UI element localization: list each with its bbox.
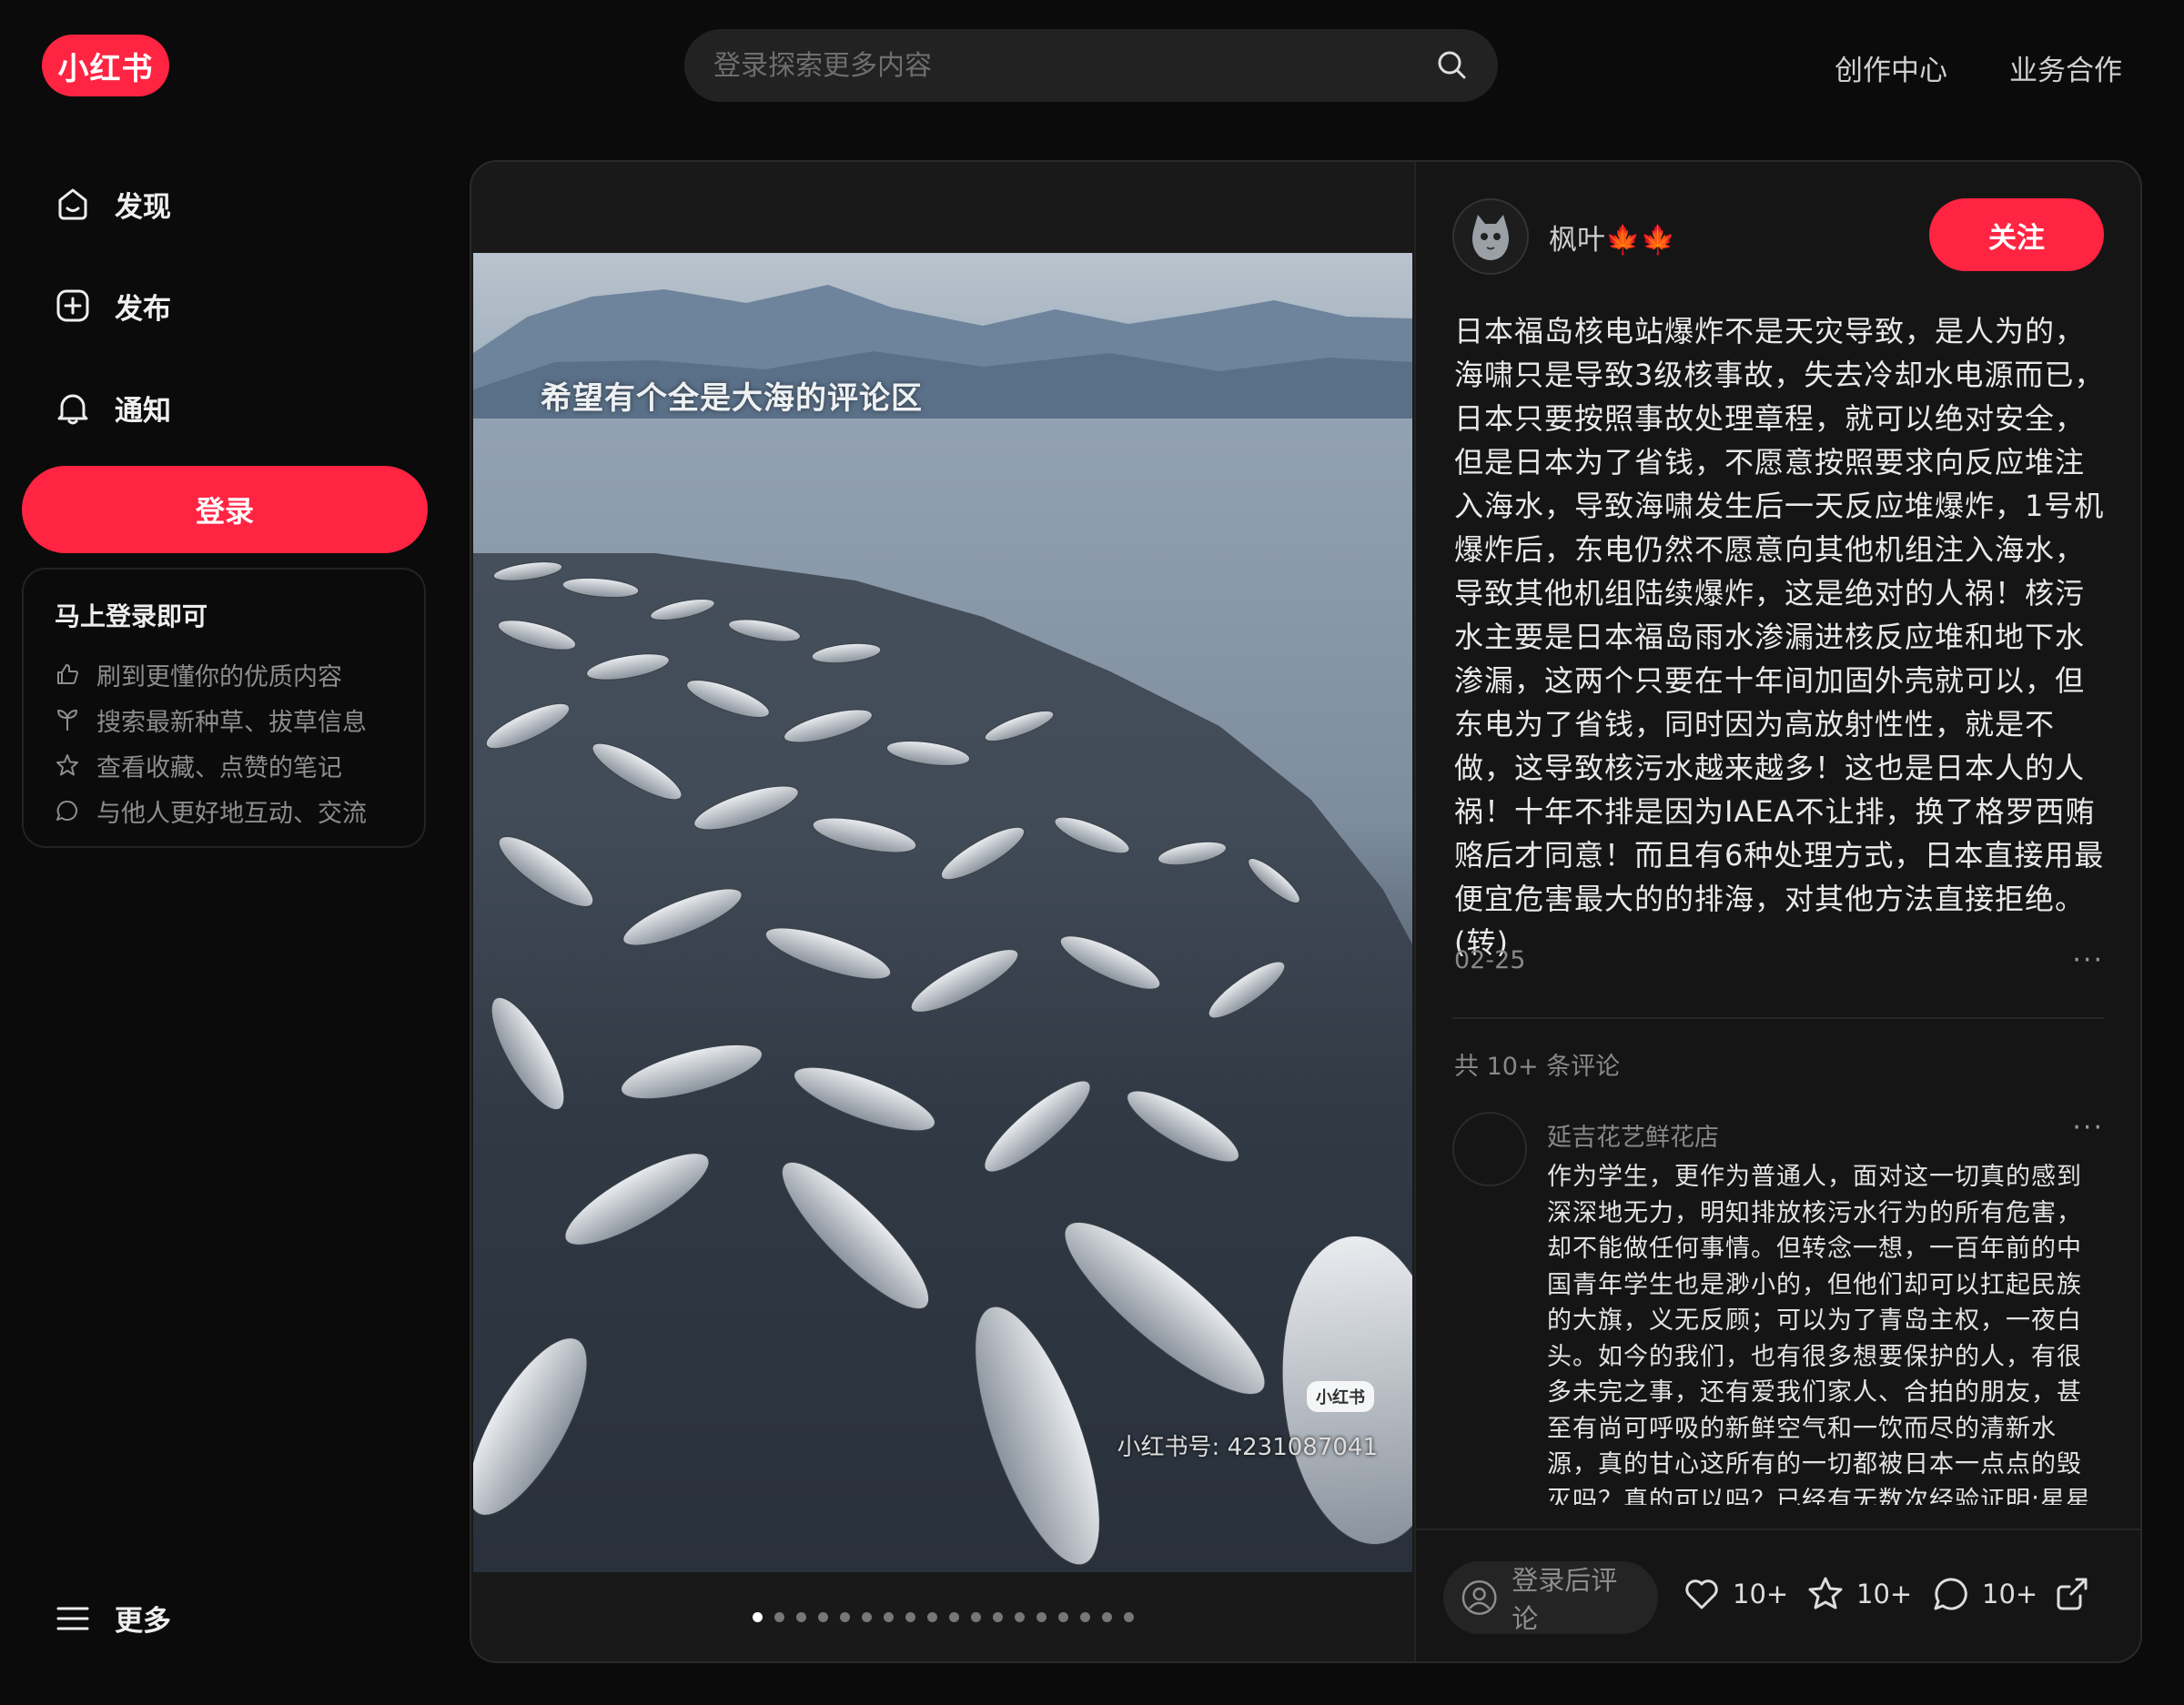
search-input[interactable]	[712, 48, 1434, 83]
interaction-bar: 登录后评论 10+ 10+ 10+	[1416, 1528, 2140, 1661]
media-viewer[interactable]: 希望有个全是大海的评论区 小红书 小红书号: 4231087041	[471, 162, 1416, 1661]
user-icon	[1461, 1580, 1497, 1615]
comment-count: 共 10+ 条评论	[1454, 1053, 1621, 1081]
carousel-dot[interactable]	[1036, 1612, 1046, 1622]
comment-count-action: 10+	[1982, 1579, 2038, 1609]
benefit-item: 查看收藏、点赞的笔记	[55, 742, 393, 788]
sidebar-item-notifications[interactable]: 通知	[53, 380, 171, 435]
sidebar-item-label: 发布	[115, 292, 171, 326]
note-date: 02-25	[1454, 946, 1526, 974]
home-icon	[58, 188, 87, 220]
share-icon	[2057, 1578, 2088, 1610]
comment-placeholder: 登录后评论	[1512, 1565, 1618, 1634]
sidebar-item-publish[interactable]: 发布	[53, 278, 171, 333]
carousel-dot[interactable]	[1014, 1612, 1025, 1622]
follow-button[interactable]: 关注	[1929, 198, 2104, 271]
comment-icon	[1934, 1578, 1967, 1610]
collect-count: 10+	[1856, 1579, 1913, 1609]
carousel-dot[interactable]	[948, 1612, 959, 1622]
benefit-label: 刷到更懂你的优质内容	[96, 662, 342, 691]
carousel-dot[interactable]	[905, 1612, 915, 1622]
benefit-item: 搜索最新种草、拔草信息	[55, 697, 393, 742]
share-button[interactable]	[2053, 1574, 2104, 1614]
carousel-dot[interactable]	[1101, 1612, 1112, 1622]
add-icon	[56, 289, 89, 322]
carousel-dot[interactable]	[839, 1612, 850, 1622]
image-caption-overlay: 希望有个全是大海的评论区	[541, 380, 923, 417]
menu-icon	[56, 1607, 89, 1629]
avatar[interactable]	[1452, 198, 1529, 275]
note-side-panel: 枫叶🍁🍁 关注 日本福岛核电站爆炸不是天灾导致，是人为的，海啸只是导致3级核事故…	[1416, 162, 2140, 1661]
note-photo[interactable]	[473, 253, 1412, 1572]
star-icon	[56, 754, 78, 776]
author-name[interactable]: 枫叶🍁🍁	[1549, 217, 1675, 257]
login-button[interactable]: 登录	[22, 466, 428, 553]
login-benefits-card: 马上登录即可 刷到更懂你的优质内容 搜索最新种草、拔草信息 查看收藏、点赞的笔记…	[22, 568, 426, 848]
carousel-dot[interactable]	[752, 1612, 763, 1622]
carousel-dot[interactable]	[992, 1612, 1003, 1622]
like-count: 10+	[1733, 1579, 1789, 1609]
star-icon	[1808, 1577, 1843, 1609]
benefit-item: 与他人更好地互动、交流	[55, 788, 393, 833]
comment-input[interactable]: 登录后评论	[1443, 1561, 1658, 1634]
carousel-dot[interactable]	[883, 1612, 894, 1622]
more-label: 更多	[115, 1605, 171, 1638]
carousel-dot[interactable]	[970, 1612, 981, 1622]
carousel-dot[interactable]	[795, 1612, 806, 1622]
carousel-dot[interactable]	[861, 1612, 872, 1622]
thumb-up-icon	[57, 664, 78, 684]
divider	[1452, 1017, 2104, 1019]
carousel-dot[interactable]	[1057, 1612, 1068, 1622]
cat-avatar-icon	[1454, 200, 1527, 273]
sprout-icon	[57, 710, 77, 731]
carousel-dot[interactable]	[926, 1612, 937, 1622]
bell-icon	[57, 394, 88, 425]
collect-button[interactable]: 10+	[1805, 1574, 1912, 1614]
carousel-dot[interactable]	[1123, 1612, 1134, 1622]
avatar[interactable]	[1452, 1112, 1527, 1186]
note-detail: 希望有个全是大海的评论区 小红书 小红书号: 4231087041 枫叶🍁🍁 关…	[470, 160, 2142, 1663]
login-card-title: 马上登录即可	[55, 601, 208, 631]
carousel-dot[interactable]	[774, 1612, 784, 1622]
logo[interactable]: 小红书	[42, 35, 169, 96]
comment-more-icon[interactable]: ···	[2072, 1112, 2104, 1144]
business-link[interactable]: 业务合作	[2009, 47, 2122, 88]
sidebar-item-label: 发现	[115, 190, 171, 224]
benefit-item: 刷到更懂你的优质内容	[55, 651, 393, 697]
sidebar-item-discover[interactable]: 发现	[53, 177, 171, 231]
dead-fish-shore-image	[473, 253, 1412, 1572]
sidebar-item-label: 通知	[115, 394, 171, 428]
creator-center-link[interactable]: 创作中心	[1835, 47, 1947, 88]
benefit-label: 与他人更好地互动、交流	[96, 799, 367, 828]
benefit-label: 搜索最新种草、拔草信息	[96, 708, 367, 737]
comment-author[interactable]: 延吉花艺鲜花店	[1547, 1117, 1719, 1153]
benefit-label: 查看收藏、点赞的笔记	[96, 753, 342, 782]
search-bar[interactable]	[684, 29, 1498, 102]
search-icon[interactable]	[1434, 47, 1471, 84]
like-button[interactable]: 10+	[1682, 1574, 1788, 1614]
carousel-dot[interactable]	[1079, 1612, 1090, 1622]
author-info[interactable]: 枫叶🍁🍁	[1452, 198, 1675, 275]
comment-button[interactable]: 10+	[1931, 1574, 2037, 1614]
carousel-indicator[interactable]	[471, 1612, 1414, 1622]
chat-icon	[56, 800, 77, 821]
watermark-logo: 小红书	[1307, 1381, 1374, 1412]
more-menu-button[interactable]: 更多	[53, 1598, 171, 1639]
more-options-icon[interactable]: ···	[2072, 944, 2104, 976]
note-description: 日本福岛核电站爆炸不是天灾导致，是人为的，海啸只是导致3级核事故，失去冷却水电源…	[1454, 314, 2105, 960]
comment-text: 作为学生，更作为普通人，面对这一切真的感到深深地无力，明知排放核污水行为的所有危…	[1547, 1163, 2092, 1505]
heart-icon	[1685, 1579, 1718, 1609]
watermark-id: 小红书号: 4231087041	[1117, 1434, 1378, 1461]
carousel-dot[interactable]	[817, 1612, 828, 1622]
